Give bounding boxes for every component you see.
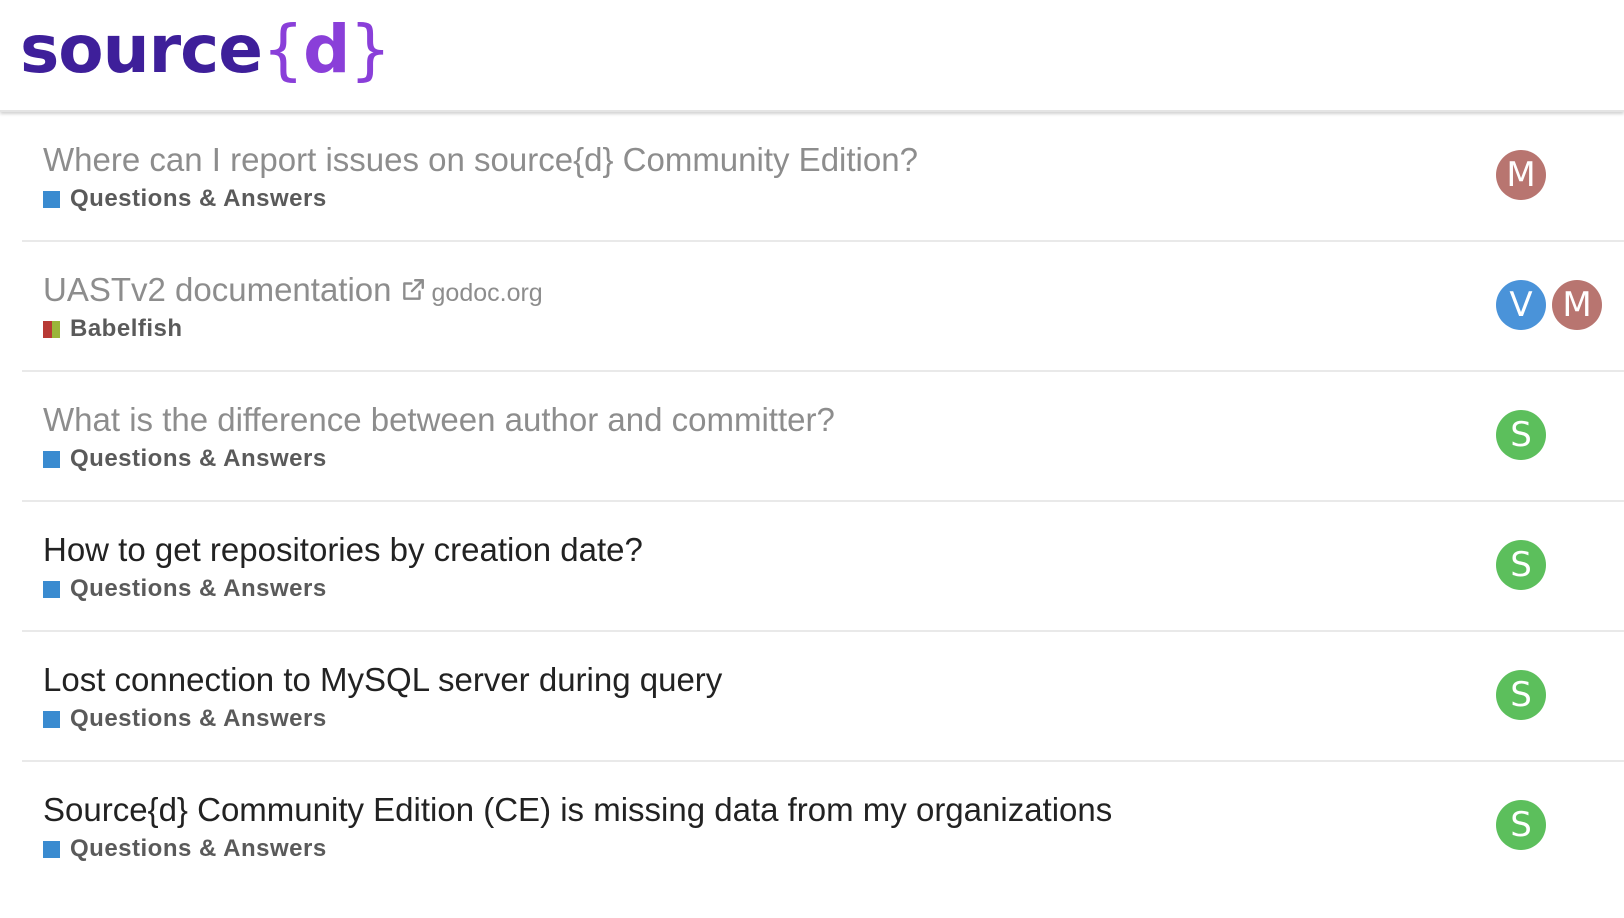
topic-title-line: Lost connection to MySQL server during q… [43,660,722,700]
avatar[interactable]: S [1496,540,1546,590]
category-badge[interactable]: Babelfish [43,314,183,344]
topic-title-link[interactable]: UASTv2 documentation [43,271,392,308]
category-badge[interactable]: Questions & Answers [43,704,327,734]
category-badge[interactable]: Questions & Answers [43,444,327,474]
topic-title-line: UASTv2 documentation godoc.org [43,270,543,313]
topic-row: How to get repositories by creation date… [22,502,1624,632]
avatar-letter: S [1510,545,1532,585]
topic-title-link[interactable]: Where can I report issues on source{d} C… [43,141,918,178]
avatar[interactable]: S [1496,800,1546,850]
topic-title-line: Source{d} Community Edition (CE) is miss… [43,790,1112,830]
topic-title-line: How to get repositories by creation date… [43,530,643,570]
category-name: Questions & Answers [70,445,327,472]
topic-title-line: What is the difference between author an… [43,400,835,440]
posters: S [1436,670,1624,720]
avatar-letter: S [1510,415,1532,455]
avatar-letter: S [1510,675,1532,715]
topic-row: UASTv2 documentation godoc.org Babelfish… [22,242,1624,372]
logo-open-brace: { [262,11,304,88]
logo-word: source [20,11,263,88]
logo-letter: d [303,11,350,88]
external-link-icon[interactable] [400,277,426,303]
swatch-band [43,840,60,858]
category-color-swatch [43,190,60,208]
swatch-band [43,320,52,338]
topic-row: What is the difference between author an… [22,372,1624,502]
swatch-band [43,580,60,598]
topic-row: Lost connection to MySQL server during q… [22,632,1624,762]
category-color-swatch [43,320,60,338]
logo-close-brace: } [349,11,391,88]
swatch-band [43,190,60,208]
category-badge[interactable]: Questions & Answers [43,574,327,604]
avatar[interactable]: V [1496,280,1546,330]
topic-title-link[interactable]: Source{d} Community Edition (CE) is miss… [43,791,1112,828]
posters: S [1436,800,1624,850]
swatch-band [51,320,60,338]
posters: V M [1436,280,1624,330]
topic-list: Where can I report issues on source{d} C… [22,112,1624,890]
avatar[interactable]: S [1496,410,1546,460]
avatar-letter: S [1510,805,1532,845]
category-color-swatch [43,580,60,598]
avatar[interactable]: M [1552,280,1602,330]
site-header: source{d} [0,0,1624,112]
avatar[interactable]: S [1496,670,1546,720]
topic-title-link[interactable]: How to get repositories by creation date… [43,531,643,568]
category-name: Babelfish [70,315,183,342]
avatar[interactable]: M [1496,150,1546,200]
category-badge[interactable]: Questions & Answers [43,834,327,864]
category-color-swatch [43,710,60,728]
avatar-letter: V [1509,285,1533,325]
category-name: Questions & Answers [70,185,327,212]
posters: M [1436,150,1624,200]
avatar-letter: M [1506,155,1536,195]
topic-title-line: Where can I report issues on source{d} C… [43,140,918,180]
posters: S [1436,410,1624,460]
posters: S [1436,540,1624,590]
topic-title-link[interactable]: Lost connection to MySQL server during q… [43,661,722,698]
topic-row: Source{d} Community Edition (CE) is miss… [22,762,1624,890]
avatar-letter: M [1562,285,1592,325]
site-logo[interactable]: source{d} [20,2,391,98]
swatch-band [43,450,60,468]
category-color-swatch [43,450,60,468]
topic-title-link[interactable]: What is the difference between author an… [43,401,835,438]
category-badge[interactable]: Questions & Answers [43,184,327,214]
category-color-swatch [43,840,60,858]
swatch-band [43,710,60,728]
category-name: Questions & Answers [70,835,327,862]
topic-row: Where can I report issues on source{d} C… [22,112,1624,242]
external-domain: godoc.org [431,279,543,307]
category-name: Questions & Answers [70,575,327,602]
category-name: Questions & Answers [70,705,327,732]
